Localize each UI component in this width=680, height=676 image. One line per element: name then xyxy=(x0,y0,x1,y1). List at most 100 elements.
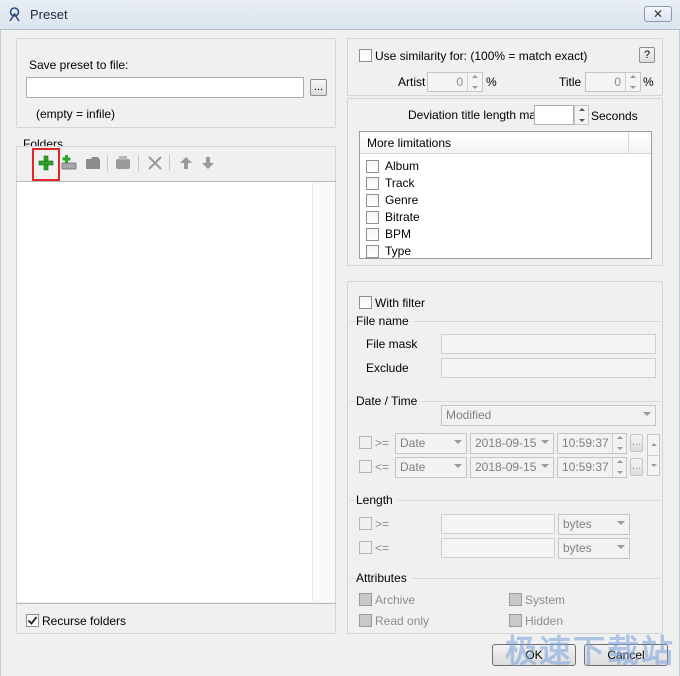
date-to-checkbox[interactable] xyxy=(359,460,372,473)
help-button[interactable]: ? xyxy=(639,47,655,63)
attributes-group-label: Attributes xyxy=(356,571,411,585)
length-max-op: <= xyxy=(375,541,390,555)
arrow-down-icon[interactable] xyxy=(199,154,217,172)
limitations-header[interactable]: More limitations xyxy=(360,132,651,154)
spin-down-icon[interactable] xyxy=(648,456,659,476)
limitation-checkbox[interactable] xyxy=(366,160,379,173)
deviation-spin-buttons[interactable] xyxy=(574,105,589,125)
exclude-input[interactable] xyxy=(441,358,656,378)
spin-down-icon[interactable] xyxy=(468,86,482,95)
chevron-down-icon xyxy=(617,521,625,525)
with-filter-checkbox[interactable] xyxy=(359,296,372,309)
attr-archive-label: Archive xyxy=(375,593,416,607)
attr-readonly-checkbox[interactable] xyxy=(359,614,372,627)
date-to-type-dropdown[interactable]: Date xyxy=(395,457,467,478)
time-spin-buttons[interactable] xyxy=(612,458,626,477)
artist-spin-buttons[interactable] xyxy=(467,73,482,91)
date-from-date-picker[interactable]: 2018-09-15 xyxy=(470,433,554,454)
date-mode-value: Modified xyxy=(446,408,492,422)
spin-down-icon[interactable] xyxy=(626,86,640,95)
app-icon xyxy=(9,7,20,22)
length-max-unit-dropdown[interactable]: bytes xyxy=(558,538,630,559)
title-percent: % xyxy=(643,75,654,89)
window-title: Preset xyxy=(30,7,68,22)
title-spin-buttons[interactable] xyxy=(625,73,640,91)
chevron-down-icon xyxy=(617,545,625,549)
file-mask-label: File mask xyxy=(366,337,418,351)
date-from-browse-button[interactable]: ... xyxy=(630,434,643,452)
length-min-op: >= xyxy=(375,517,390,531)
title-label: Title xyxy=(559,75,582,89)
attr-archive-checkbox[interactable] xyxy=(359,593,372,606)
attr-system-label: System xyxy=(525,593,566,607)
folders-list[interactable] xyxy=(17,182,312,602)
date-time-group-label: Date / Time xyxy=(356,394,422,408)
date-to-time-value: 10:59:37 xyxy=(562,460,609,474)
date-from-time-spinner[interactable]: 10:59:37 xyxy=(557,433,627,454)
spin-up-icon[interactable] xyxy=(626,75,640,84)
folder-icon[interactable] xyxy=(84,154,102,172)
with-filter-label: With filter xyxy=(375,296,426,310)
length-min-input[interactable] xyxy=(441,514,555,534)
limitation-checkbox[interactable] xyxy=(366,177,379,190)
length-min-unit-dropdown[interactable]: bytes xyxy=(558,514,630,535)
limitation-label: Track xyxy=(385,176,415,190)
folders-list-bottom-border xyxy=(16,603,336,604)
title-bar: Preset ✕ xyxy=(0,0,680,30)
spin-up-icon[interactable] xyxy=(575,108,588,117)
recurse-checkbox[interactable] xyxy=(26,614,39,627)
date-to-date-picker[interactable]: 2018-09-15 xyxy=(470,457,554,478)
similarity-checkbox[interactable] xyxy=(359,49,372,62)
chevron-down-icon xyxy=(454,464,462,468)
save-preset-input[interactable] xyxy=(26,77,304,98)
limitation-checkbox[interactable] xyxy=(366,245,379,258)
toolbar-divider xyxy=(107,155,108,171)
length-min-checkbox[interactable] xyxy=(359,517,372,530)
spin-down-icon[interactable] xyxy=(613,447,626,456)
date-to-browse-button[interactable]: ... xyxy=(630,458,643,476)
limitation-label: Album xyxy=(385,159,420,173)
add-drive-icon[interactable] xyxy=(60,154,78,172)
time-spin-buttons[interactable] xyxy=(612,434,626,453)
toolbar-divider xyxy=(138,155,139,171)
deviation-input[interactable] xyxy=(534,105,574,125)
length-group-label: Length xyxy=(356,493,397,507)
attr-system-checkbox[interactable] xyxy=(509,593,522,606)
date-to-time-spinner[interactable]: 10:59:37 xyxy=(557,457,627,478)
file-mask-input[interactable] xyxy=(441,334,656,354)
date-from-type-dropdown[interactable]: Date xyxy=(395,433,467,454)
artist-percent: % xyxy=(486,75,497,89)
limitation-label: Genre xyxy=(385,193,419,207)
length-max-checkbox[interactable] xyxy=(359,541,372,554)
spin-down-icon[interactable] xyxy=(613,471,626,480)
disk-icon[interactable] xyxy=(114,154,132,172)
chevron-down-icon xyxy=(541,464,549,468)
limitation-checkbox[interactable] xyxy=(366,228,379,241)
date-mode-dropdown[interactable]: Modified xyxy=(441,405,656,426)
folders-list-scrollbar[interactable] xyxy=(312,182,335,602)
delete-icon[interactable] xyxy=(146,154,164,172)
artist-spinner[interactable]: 0 xyxy=(427,72,483,92)
length-max-input[interactable] xyxy=(441,538,555,558)
spin-up-icon[interactable] xyxy=(613,460,626,469)
browse-button[interactable]: ... xyxy=(310,79,327,96)
title-spinner[interactable]: 0 xyxy=(585,72,641,92)
date-from-checkbox[interactable] xyxy=(359,436,372,449)
arrow-up-icon[interactable] xyxy=(177,154,195,172)
spin-down-icon[interactable] xyxy=(575,119,588,128)
spin-up-icon[interactable] xyxy=(613,436,626,445)
attr-readonly-label: Read only xyxy=(375,614,430,628)
spin-up-icon[interactable] xyxy=(648,435,659,456)
limitation-checkbox[interactable] xyxy=(366,194,379,207)
date-rows-spin[interactable] xyxy=(647,434,660,476)
close-button[interactable]: ✕ xyxy=(644,6,672,22)
limitations-header-label: More limitations xyxy=(367,136,452,150)
date-from-op: >= xyxy=(375,436,390,450)
chevron-down-icon xyxy=(541,440,549,444)
chevron-down-icon xyxy=(454,440,462,444)
exclude-label: Exclude xyxy=(366,361,409,375)
limitation-checkbox[interactable] xyxy=(366,211,379,224)
spin-up-icon[interactable] xyxy=(468,75,482,84)
add-folder-icon[interactable] xyxy=(37,154,55,172)
header-divider xyxy=(628,132,629,154)
